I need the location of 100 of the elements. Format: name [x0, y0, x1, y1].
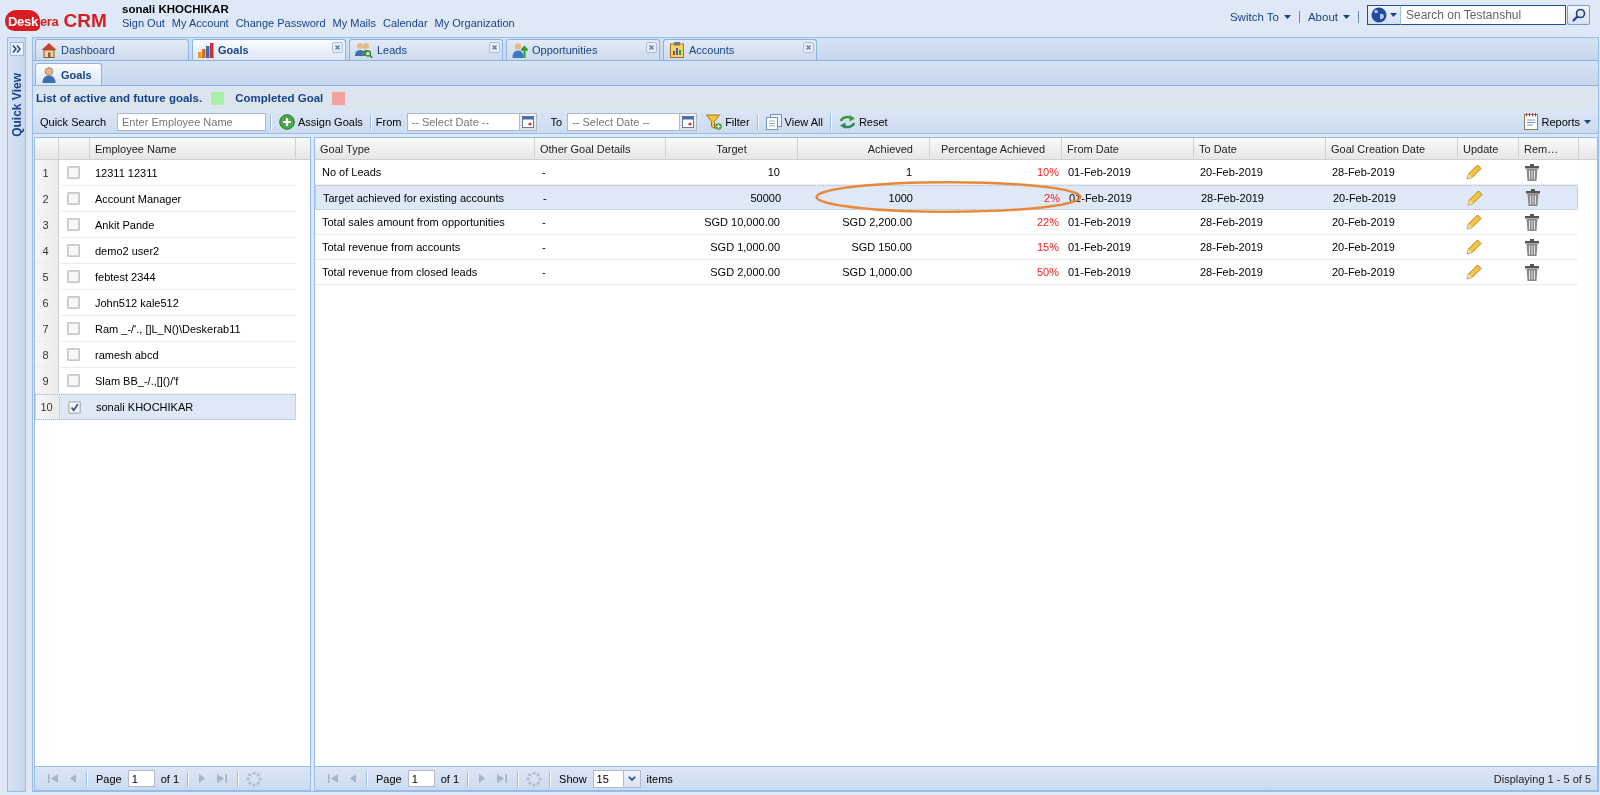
row-number: 3 — [35, 212, 59, 237]
people-icon — [355, 42, 373, 58]
checkbox[interactable] — [67, 374, 80, 387]
checkbox[interactable] — [67, 244, 80, 257]
date-picker-button[interactable] — [680, 112, 698, 131]
column-header[interactable]: From Date — [1062, 138, 1194, 159]
tab[interactable]: Goals — [35, 63, 102, 85]
table-cell-text: 50000 — [749, 190, 782, 206]
bar-chart-icon — [198, 42, 214, 58]
tab[interactable]: Leads — [349, 39, 503, 60]
pencil-icon[interactable] — [1466, 164, 1482, 180]
trash-icon[interactable] — [1525, 213, 1539, 231]
reset-button[interactable]: Reset — [835, 111, 891, 132]
table-row[interactable]: 10 sonali KHOCHIKAR — [35, 394, 296, 420]
field-label: items — [646, 772, 673, 785]
assign-goals-button[interactable]: Assign Goals — [276, 111, 366, 132]
expand-button[interactable] — [9, 42, 24, 56]
column-header[interactable]: Other Goal Details — [535, 138, 666, 159]
page-count: of 1 — [160, 772, 180, 785]
page-size-select[interactable]: 15 — [592, 769, 641, 788]
tab[interactable]: Opportunities — [506, 39, 660, 60]
search-button[interactable] — [1567, 5, 1590, 25]
column-header[interactable]: Achieved — [798, 138, 930, 159]
trash-icon[interactable] — [1526, 189, 1540, 206]
field-label: Page — [376, 772, 402, 785]
quick-view-title[interactable]: Quick View — [9, 73, 24, 137]
table-row[interactable]: 5 febtest 2344 — [35, 264, 296, 290]
header-link[interactable]: My Mails — [332, 17, 376, 30]
menu-link[interactable]: About — [1307, 11, 1350, 23]
pencil-icon[interactable] — [1466, 239, 1482, 255]
legend-label: Completed Goal — [235, 92, 324, 104]
table-cell-text: Account Manager — [94, 191, 183, 207]
checkbox[interactable] — [67, 348, 80, 361]
table-cell-text: 10% — [1035, 165, 1060, 180]
trash-icon[interactable] — [1525, 163, 1539, 181]
close-icon[interactable] — [489, 42, 500, 53]
table-cell-text: SGD 1,000.00 — [841, 265, 913, 280]
table-row[interactable]: 4 demo2 user2 — [35, 238, 296, 264]
tab[interactable]: Dashboard — [35, 39, 189, 60]
table-cell-text: Total revenue from closed leads — [321, 265, 479, 280]
header-link[interactable]: Calendar — [382, 17, 428, 30]
pencil-icon[interactable] — [1466, 214, 1482, 230]
column-header[interactable]: Target — [666, 138, 798, 159]
header-link[interactable]: Change Password — [235, 17, 326, 30]
table-cell-text: Total sales amount from opportunities — [321, 215, 506, 230]
table-row[interactable]: 9 Slam BB_-/.,[]()/'f — [35, 368, 296, 394]
view-all-button[interactable]: View All — [762, 111, 826, 132]
header-link[interactable]: My Organization — [434, 17, 515, 30]
table-row[interactable]: 2 Account Manager — [35, 186, 296, 212]
column-header[interactable]: Update — [1458, 138, 1519, 159]
date-picker-button[interactable] — [519, 112, 537, 131]
column-header[interactable]: To Date — [1194, 138, 1326, 159]
column-header[interactable]: Percentage Achieved — [930, 138, 1062, 159]
checkbox[interactable] — [67, 296, 80, 309]
page-number-field[interactable]: 1 — [127, 770, 155, 787]
menu-link[interactable]: Switch To — [1229, 11, 1291, 23]
checkbox[interactable] — [67, 322, 80, 335]
reports-button[interactable]: Reports — [1521, 111, 1594, 132]
table-row[interactable]: 3 Ankit Pande — [35, 212, 296, 238]
pencil-icon[interactable] — [1467, 189, 1483, 206]
close-icon[interactable] — [332, 42, 343, 53]
checkbox[interactable] — [67, 192, 80, 205]
trash-icon[interactable] — [1525, 238, 1539, 256]
filter-button[interactable]: Filter — [703, 111, 753, 132]
table-row[interactable]: 8 ramesh abcd — [35, 342, 296, 368]
page-number-field[interactable]: 1 — [407, 770, 435, 787]
trash-icon[interactable] — [1525, 263, 1539, 281]
column-header[interactable]: Rem… — [1519, 138, 1579, 159]
date-field[interactable]: -- Select Date -- — [567, 112, 681, 131]
tab[interactable]: Accounts — [663, 39, 817, 60]
table-row[interactable]: 1 12311 12311 — [35, 160, 296, 186]
header-link[interactable]: My Account — [171, 17, 229, 30]
tab[interactable]: Goals — [192, 39, 346, 60]
table-cell-text: SGD 10,000.00 — [703, 215, 781, 230]
employee-search-field[interactable]: Enter Employee Name — [117, 112, 267, 131]
spinner-icon[interactable] — [246, 770, 263, 787]
checkbox[interactable] — [68, 400, 81, 414]
header-link[interactable]: Sign Out — [122, 17, 165, 30]
search-scope-button[interactable] — [1367, 5, 1401, 25]
date-field[interactable]: -- Select Date -- — [406, 112, 520, 131]
table-cell-text: No of Leads — [321, 165, 383, 180]
column-header[interactable]: Employee Name — [90, 138, 296, 159]
table-row[interactable]: 7 Ram _-/'., []L_N()\Deskerab11 — [35, 316, 296, 342]
legend-label: List of active and future goals. — [36, 92, 203, 104]
spinner-icon[interactable] — [526, 770, 543, 787]
close-icon[interactable] — [803, 42, 814, 53]
pencil-icon[interactable] — [1466, 264, 1482, 280]
checkbox[interactable] — [67, 166, 80, 179]
table-cell-text: Ankit Pande — [94, 217, 156, 233]
column-header[interactable]: Goal Type — [315, 138, 535, 159]
column-header[interactable]: Goal Creation Date — [1326, 138, 1458, 159]
checkbox[interactable] — [67, 270, 80, 283]
search-field[interactable]: Search on Testanshul — [1401, 5, 1566, 25]
table-cell-text: SGD 1,000.00 — [709, 240, 781, 255]
table-row[interactable]: 6 John512 kale512 — [35, 290, 296, 316]
notepad-icon — [1524, 113, 1539, 130]
filter-icon — [706, 113, 723, 130]
close-icon[interactable] — [646, 42, 657, 53]
table-cell-text: 20-Feb-2019 — [1331, 240, 1396, 255]
checkbox[interactable] — [67, 218, 80, 231]
